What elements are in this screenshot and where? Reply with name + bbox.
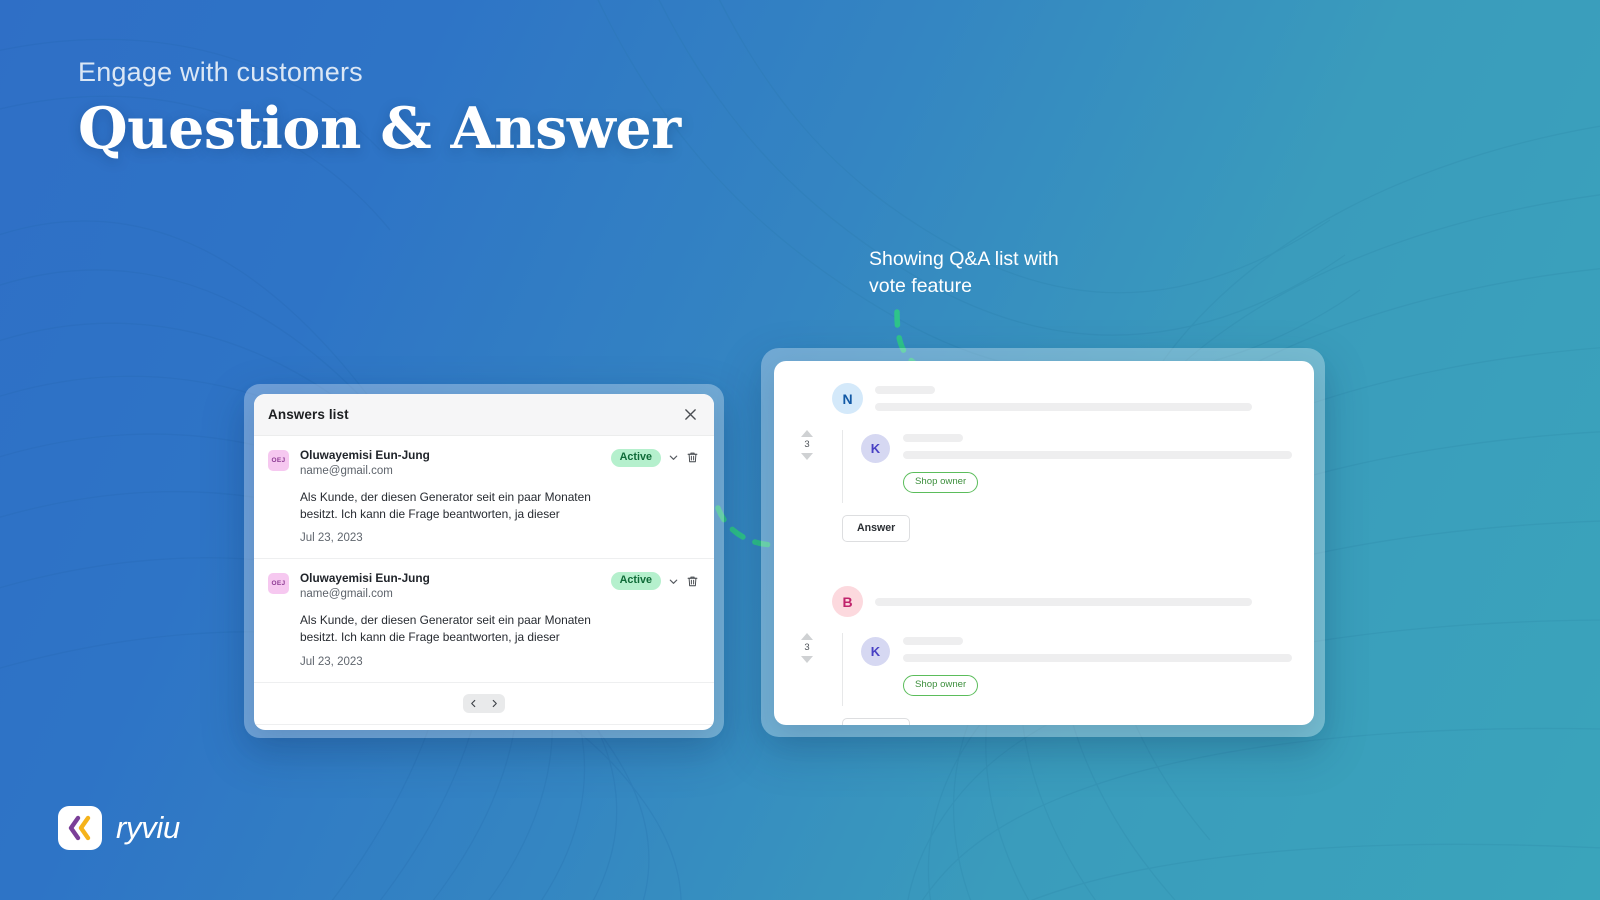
reply-text-placeholder — [903, 451, 1292, 459]
answer-author-email: name@gmail.com — [300, 465, 393, 478]
vote-widget: 3 — [796, 633, 818, 663]
answer-author-name: Oluwayemisi Eun-Jung — [300, 571, 430, 586]
answer-date: Jul 23, 2023 — [300, 532, 363, 545]
pagination — [254, 683, 714, 725]
answer-actions: Active — [610, 448, 699, 467]
close-icon[interactable] — [681, 406, 699, 424]
answer-body: Als Kunde, der diesen Generator seit ein… — [300, 612, 591, 645]
avatar: K — [861, 434, 890, 463]
shop-owner-badge: Shop owner — [903, 472, 979, 493]
answer-actions: Active — [610, 571, 699, 591]
shop-owner-badge: Shop owner — [903, 675, 979, 696]
brand-logo[interactable]: ryviu — [58, 806, 180, 850]
answer-body: Als Kunde, der diesen Generator seit ein… — [300, 489, 591, 521]
pagination-group — [463, 693, 505, 713]
reply-item: K Shop owner — [842, 430, 1314, 503]
answer-button[interactable]: Answer — [842, 514, 911, 543]
answer-button[interactable]: Answer — [842, 717, 911, 725]
brand-name: ryviu — [116, 810, 180, 845]
chevron-down-icon[interactable] — [668, 452, 679, 463]
annotation-line-1: Showing Q&A list with — [869, 248, 1059, 270]
avatar: N — [832, 383, 863, 414]
ryviu-chevrons-logo-icon — [58, 806, 102, 850]
chevron-left-icon[interactable] — [463, 694, 484, 713]
status-badge[interactable]: Active — [610, 572, 661, 591]
question-placeholder-lines — [875, 597, 1314, 606]
answer-date: Jul 23, 2023 — [300, 655, 363, 668]
caret-down-icon[interactable] — [801, 452, 813, 460]
trash-icon[interactable] — [686, 575, 699, 588]
hero-heading-group: Engage with customers Question & Answer — [78, 56, 798, 161]
qa-panel: 3 N K Shop owner Answer 3 B K Shop owner — [774, 361, 1314, 725]
page-title: Question & Answer — [78, 95, 681, 163]
answer-author-name: Oluwayemisi Eun-Jung — [300, 448, 430, 462]
answer-author: Oluwayemisi Eun-Jung name@gmail.com — [300, 571, 430, 603]
annotation-callout: Showing Q&A list with vote feature — [869, 246, 1099, 300]
avatar: OEJ — [268, 450, 289, 471]
answer-author-email: name@gmail.com — [300, 588, 393, 601]
question-text-placeholder — [875, 403, 1252, 411]
trash-icon[interactable] — [686, 451, 699, 464]
qa-block: 3 N K Shop owner Answer — [774, 383, 1314, 543]
reply-content: Shop owner — [903, 434, 1314, 493]
hero-kicker: Engage with customers — [78, 57, 363, 87]
chevron-right-icon[interactable] — [484, 694, 505, 713]
answer-header: OEJ Oluwayemisi Eun-Jung name@gmail.com … — [268, 571, 699, 603]
answers-panel-title: Answers list — [268, 407, 349, 422]
chevron-down-icon[interactable] — [668, 576, 679, 587]
vote-widget: 3 — [796, 430, 818, 460]
answers-panel: Answers list OEJ Oluwayemisi Eun-Jung na… — [254, 394, 714, 730]
question-text-placeholder — [875, 597, 1252, 606]
status-badge[interactable]: Active — [610, 449, 661, 467]
question-placeholder-lines — [875, 386, 1314, 411]
vote-count: 3 — [804, 439, 810, 450]
answer-list-item: OEJ Oluwayemisi Eun-Jung name@gmail.com … — [254, 436, 714, 560]
reply-item: K Shop owner — [842, 633, 1314, 706]
answer-author: Oluwayemisi Eun-Jung name@gmail.com — [300, 448, 430, 480]
annotation-line-2: vote feature — [869, 274, 972, 297]
answers-panel-header: Answers list — [254, 394, 714, 436]
avatar: K — [861, 637, 890, 667]
question-header: B — [832, 586, 1314, 618]
answer-compose-row: OEJ Leave a answer... Send — [254, 725, 714, 731]
answer-list-item: OEJ Oluwayemisi Eun-Jung name@gmail.com … — [254, 559, 714, 683]
reply-text-placeholder — [903, 654, 1292, 663]
reply-author-placeholder — [903, 434, 963, 442]
caret-up-icon[interactable] — [801, 430, 813, 437]
question-author-placeholder — [875, 386, 935, 394]
question-header: N — [832, 383, 1314, 414]
caret-up-icon[interactable] — [801, 633, 813, 641]
reply-author-placeholder — [903, 637, 963, 646]
answer-header: OEJ Oluwayemisi Eun-Jung name@gmail.com … — [268, 448, 699, 480]
qa-block: 3 B K Shop owner Answer — [774, 586, 1314, 725]
reply-content: Shop owner — [903, 637, 1314, 696]
caret-down-icon[interactable] — [801, 655, 813, 663]
vote-count: 3 — [804, 642, 810, 654]
avatar: B — [832, 586, 863, 618]
avatar: OEJ — [268, 573, 289, 595]
